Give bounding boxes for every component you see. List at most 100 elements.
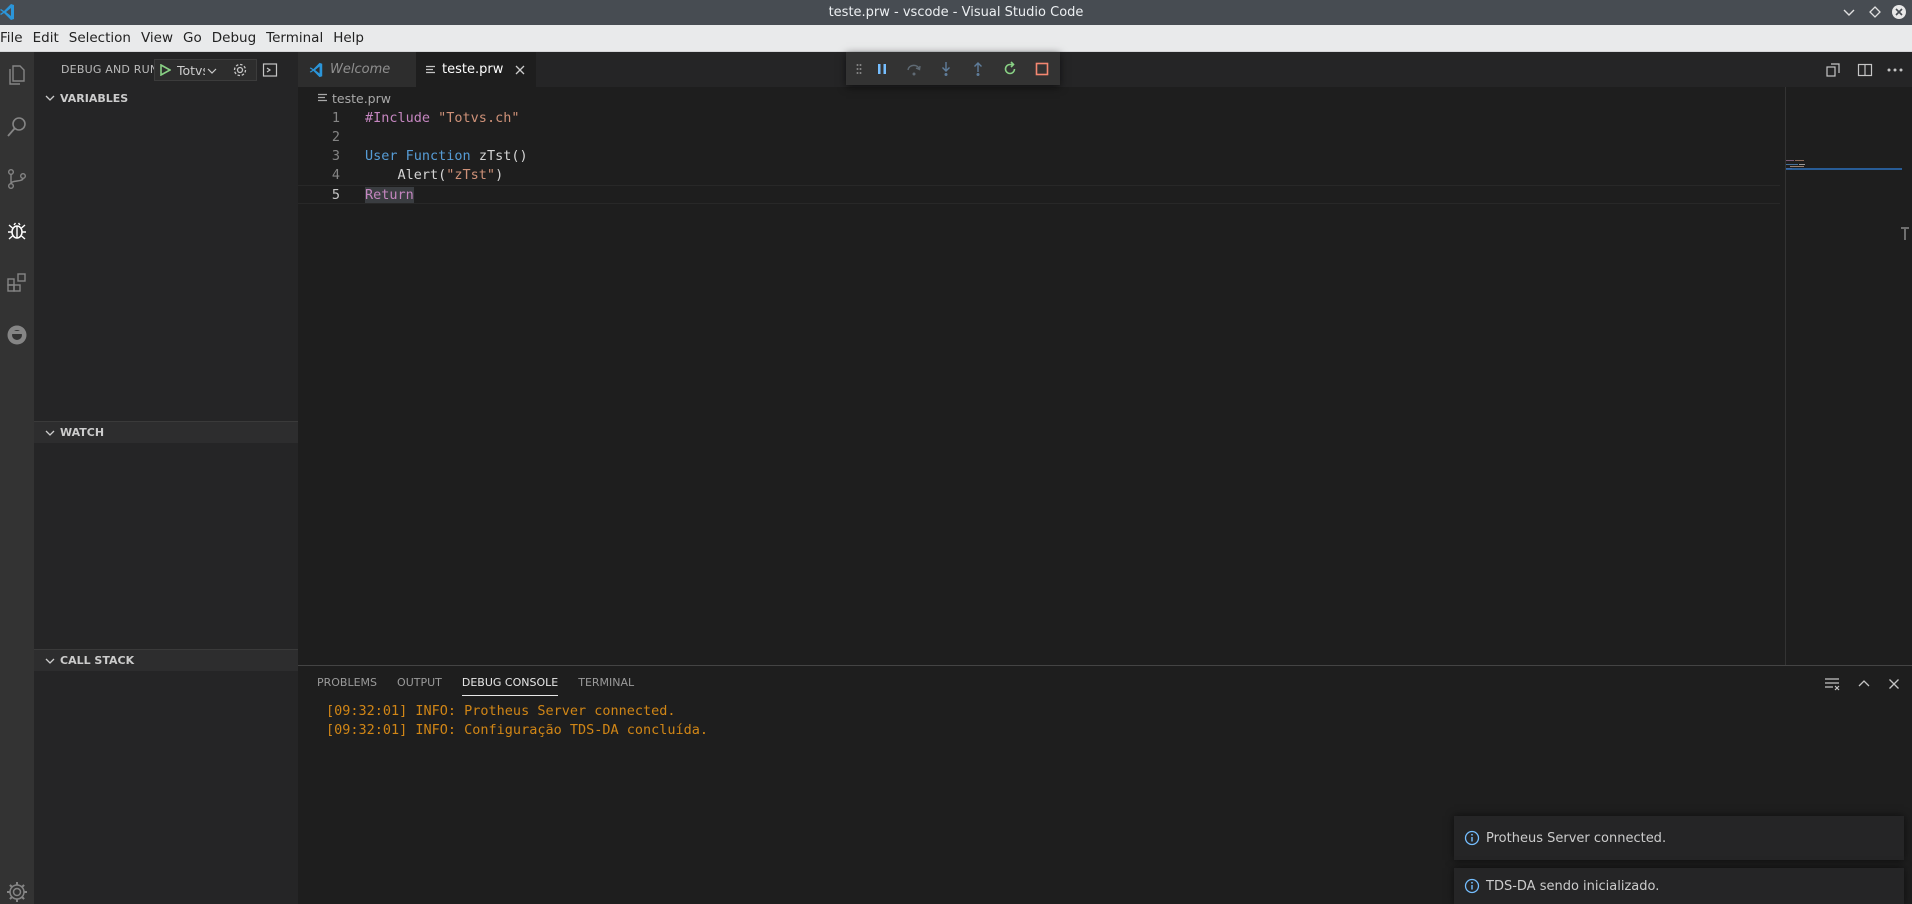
variables-section-header[interactable]: VARIABLES xyxy=(34,87,298,109)
debug-configuration-value: Totvs xyxy=(177,62,205,78)
token-keyword: User Function xyxy=(365,148,471,164)
start-debugging-icon[interactable] xyxy=(155,64,175,76)
search-icon[interactable] xyxy=(0,107,34,147)
stop-icon[interactable] xyxy=(1026,52,1058,85)
line-number: 2 xyxy=(331,129,340,145)
menu-debug[interactable]: Debug xyxy=(212,30,256,46)
menu-file[interactable]: File xyxy=(0,30,23,46)
info-icon xyxy=(1464,878,1480,894)
breadcrumb-file[interactable]: teste.prw xyxy=(332,91,391,106)
maximize-icon[interactable] xyxy=(1866,3,1884,21)
notification-toast[interactable]: Protheus Server connected. xyxy=(1454,816,1904,860)
call-stack-section-header[interactable]: CALL STACK xyxy=(34,649,298,671)
code-line: 4 Alert("zTst") xyxy=(298,166,1780,185)
debug-toolbar xyxy=(846,52,1060,85)
token-string: "zTst" xyxy=(446,167,496,183)
tab-terminal[interactable]: TERMINAL xyxy=(578,666,634,700)
menu-help[interactable]: Help xyxy=(333,30,364,46)
close-icon[interactable] xyxy=(515,65,525,75)
tab-output[interactable]: OUTPUT xyxy=(397,666,442,700)
step-into-icon[interactable] xyxy=(930,52,962,85)
pause-icon[interactable] xyxy=(866,52,898,85)
debug-console-icon[interactable] xyxy=(261,61,279,79)
title-bar: teste.prw - vscode - Visual Studio Code xyxy=(0,0,1912,25)
maximize-panel-icon[interactable] xyxy=(1855,675,1873,693)
chevron-down-icon xyxy=(40,93,60,103)
tab-problems[interactable]: PROBLEMS xyxy=(317,666,377,700)
menu-edit[interactable]: Edit xyxy=(33,30,59,46)
minimize-icon[interactable] xyxy=(1840,3,1858,21)
console-line: [09:32:01] INFO: Configuração TDS-DA con… xyxy=(326,722,709,738)
editor-group: Welcome teste.prw teste.prw 1 #Include "… xyxy=(298,52,1912,665)
line-number: 4 xyxy=(331,167,340,183)
tab-label: teste.prw xyxy=(442,62,504,77)
chevron-down-icon xyxy=(40,656,60,666)
debug-icon[interactable] xyxy=(0,211,34,251)
source-control-icon[interactable] xyxy=(0,159,34,199)
token-return: Return xyxy=(365,187,414,203)
menu-go[interactable]: Go xyxy=(183,30,202,46)
close-window-icon[interactable] xyxy=(1890,3,1908,21)
editor-tabs: Welcome teste.prw xyxy=(298,52,1912,87)
file-lines-icon xyxy=(426,65,436,75)
totvs-icon[interactable] xyxy=(0,315,34,355)
code-line-current: 5 Return xyxy=(298,185,1780,204)
sidebar-title: DEBUG AND RUN xyxy=(61,63,159,76)
line-number: 3 xyxy=(331,148,340,164)
notification-toast[interactable]: TDS-DA sendo inicializado. xyxy=(1454,868,1904,904)
close-panel-icon[interactable] xyxy=(1885,675,1903,693)
line-number: 1 xyxy=(331,110,340,126)
notification-message: TDS-DA sendo inicializado. xyxy=(1486,878,1660,894)
scrollbar-marker[interactable] xyxy=(1900,227,1910,241)
menu-bar: File Edit Selection View Go Debug Termin… xyxy=(0,25,1912,52)
open-launch-json-icon[interactable] xyxy=(231,61,249,79)
token-string: "Totvs.ch" xyxy=(438,110,520,126)
menu-terminal[interactable]: Terminal xyxy=(266,30,323,46)
split-editor-icon[interactable] xyxy=(1856,61,1874,79)
tab-debug-console[interactable]: DEBUG CONSOLE xyxy=(461,666,559,700)
panel-tabs: PROBLEMS OUTPUT DEBUG CONSOLE TERMINAL xyxy=(317,666,654,700)
more-actions-icon[interactable] xyxy=(1886,61,1904,79)
notification-message: Protheus Server connected. xyxy=(1486,830,1667,846)
explorer-icon[interactable] xyxy=(0,55,34,95)
chevron-down-icon xyxy=(40,428,60,438)
code-line: 1 #Include "Totvs.ch" xyxy=(298,109,1780,128)
open-changes-icon[interactable] xyxy=(1824,61,1842,79)
line-number: 5 xyxy=(331,187,340,203)
debug-sidebar: DEBUG AND RUN Totvs VARIABLES WATCH CALL… xyxy=(34,52,298,904)
step-out-icon[interactable] xyxy=(962,52,994,85)
code-editor[interactable]: 1 #Include "Totvs.ch" 2 3 User Function … xyxy=(298,109,1780,204)
window-title: teste.prw - vscode - Visual Studio Code xyxy=(828,5,1084,20)
minimap-slider[interactable] xyxy=(1786,168,1902,170)
token-call: Alert( xyxy=(397,167,447,183)
tab-welcome[interactable]: Welcome xyxy=(298,52,416,87)
watch-section-header[interactable]: WATCH xyxy=(34,421,298,443)
menu-view[interactable]: View xyxy=(141,30,173,46)
code-line: 3 User Function zTst() xyxy=(298,147,1780,166)
activity-bar xyxy=(0,52,34,904)
gear-icon[interactable] xyxy=(5,880,29,904)
restart-icon[interactable] xyxy=(994,52,1026,85)
info-icon xyxy=(1464,830,1480,846)
breadcrumb[interactable]: teste.prw xyxy=(318,87,391,109)
token-function-name: zTst() xyxy=(478,148,528,164)
tab-teste-prw[interactable]: teste.prw xyxy=(416,52,536,87)
tab-label: Welcome xyxy=(330,62,391,77)
menu-selection[interactable]: Selection xyxy=(69,30,131,46)
step-over-icon[interactable] xyxy=(898,52,930,85)
grip-icon[interactable] xyxy=(852,63,866,75)
chevron-down-icon xyxy=(207,61,217,80)
variables-section-title: VARIABLES xyxy=(60,91,129,105)
code-line: 2 xyxy=(298,128,1780,147)
debug-console-output[interactable]: [09:32:01] INFO: Protheus Server connect… xyxy=(326,702,708,740)
console-line: [09:32:01] INFO: Protheus Server connect… xyxy=(326,703,676,719)
call-stack-section-title: CALL STACK xyxy=(60,654,135,667)
token-paren: ) xyxy=(495,167,504,183)
token-directive: #Include xyxy=(365,110,431,126)
file-lines-icon xyxy=(318,93,328,103)
vscode-logo-icon xyxy=(308,62,324,78)
extensions-icon[interactable] xyxy=(0,263,34,303)
watch-section-title: WATCH xyxy=(60,426,105,439)
clear-console-icon[interactable] xyxy=(1823,675,1841,693)
